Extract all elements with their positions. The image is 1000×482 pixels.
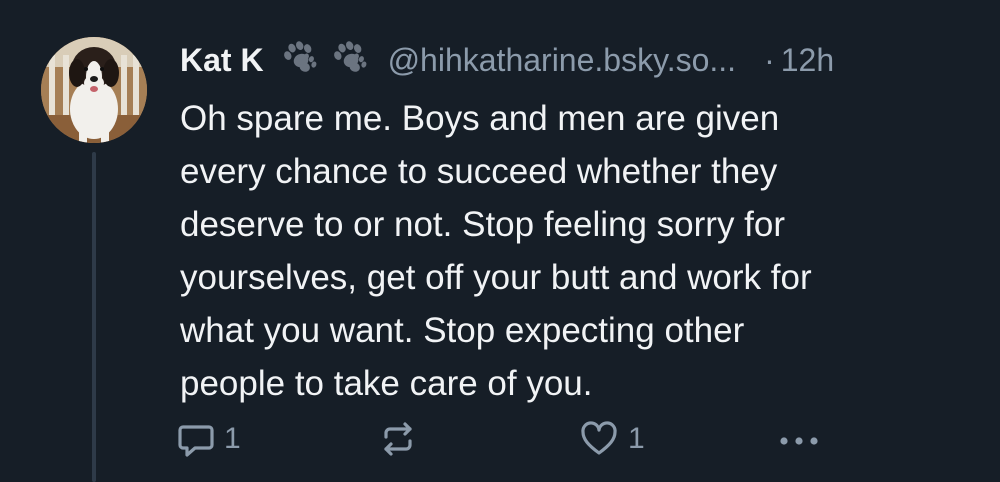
author-handle[interactable]: @hihkatharine.bsky.so... <box>388 42 737 79</box>
reply-button[interactable]: 1 <box>176 414 241 464</box>
like-count: 1 <box>628 422 645 455</box>
reply-count: 1 <box>224 422 241 455</box>
more-options-button[interactable] <box>774 414 824 464</box>
paw-print-icon <box>283 41 316 72</box>
dog-avatar-icon <box>41 37 147 143</box>
separator-dot: · <box>764 41 775 78</box>
author-display-name[interactable]: Kat K <box>180 42 264 79</box>
heart-icon <box>581 421 617 455</box>
avatar[interactable] <box>41 37 147 143</box>
thread-line <box>92 152 96 482</box>
author-badges <box>280 38 374 82</box>
post-body-text: Oh spare me. Boys and men are given ever… <box>180 99 812 403</box>
post-actions-bar: 1 1 <box>176 414 856 464</box>
post-header: Kat K @hihkatharine.bsky.so... · 12h <box>180 34 980 86</box>
post-timestamp[interactable]: 12h <box>781 42 834 79</box>
repost-icon <box>384 422 412 456</box>
like-button[interactable]: 1 <box>578 414 645 464</box>
more-horizontal-icon <box>780 437 818 445</box>
repost-button[interactable] <box>376 414 428 464</box>
paw-print-icon <box>333 41 366 72</box>
reply-icon <box>178 425 214 457</box>
